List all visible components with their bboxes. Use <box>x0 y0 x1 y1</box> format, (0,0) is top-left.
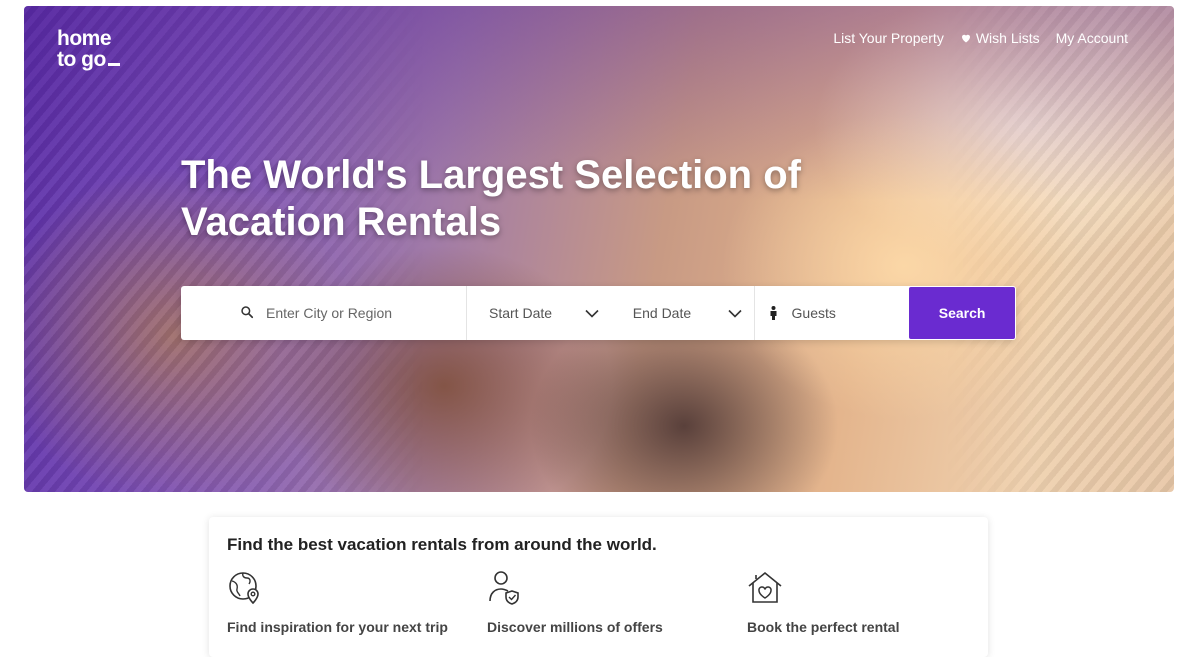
feature-list: Find inspiration for your next trip Disc… <box>227 569 970 649</box>
value-proposition-card: Find the best vacation rentals from arou… <box>209 517 988 657</box>
heart-icon <box>961 34 970 43</box>
list-property-label: List Your Property <box>833 30 944 46</box>
start-date-label: Start Date <box>489 305 553 321</box>
guests-field[interactable]: Guests <box>755 286 910 340</box>
globe-pin-icon <box>229 572 259 605</box>
hero-banner: home to go List Your Property Wish Lists… <box>24 6 1174 492</box>
chevron-down-icon <box>727 309 742 318</box>
end-date-field[interactable]: End Date <box>611 286 755 340</box>
value-proposition-title: Find the best vacation rentals from arou… <box>227 535 657 554</box>
start-date-field[interactable]: Start Date <box>467 286 611 340</box>
logo-line-2: to go <box>57 48 106 71</box>
destination-input[interactable] <box>266 305 466 321</box>
feature-label: Book the perfect rental <box>747 619 900 635</box>
person-shield-icon <box>489 571 519 605</box>
my-account-label: My Account <box>1055 30 1128 46</box>
chevron-down-icon <box>585 309 599 318</box>
house-heart-icon <box>748 571 782 603</box>
destination-field[interactable] <box>181 286 467 340</box>
feature-booking: Book the perfect rental <box>747 569 899 635</box>
end-date-label: End Date <box>632 305 692 321</box>
feature-inspiration: Find inspiration for your next trip <box>227 569 448 635</box>
feature-offers: Discover millions of offers <box>487 569 663 635</box>
person-icon <box>770 306 777 320</box>
top-navigation: List Your Property Wish Lists My Account <box>833 30 1128 46</box>
feature-label: Find inspiration for your next trip <box>227 619 448 635</box>
my-account-link[interactable]: My Account <box>1056 30 1128 46</box>
guests-label: Guests <box>791 305 836 321</box>
hero-headline: The World's Largest Selection of Vacatio… <box>181 153 801 244</box>
list-property-link[interactable]: List Your Property <box>833 30 944 46</box>
hometogo-logo[interactable]: home to go <box>57 28 120 70</box>
logo-underscore <box>107 63 120 66</box>
search-button[interactable]: Search <box>909 287 1015 339</box>
logo-line-1: home <box>57 27 112 50</box>
feature-label: Discover millions of offers <box>487 619 663 635</box>
search-bar: Start Date End Date Guests Search <box>181 286 1016 340</box>
search-icon <box>241 306 254 319</box>
wish-lists-link[interactable]: Wish Lists <box>960 30 1040 46</box>
wish-lists-label: Wish Lists <box>975 30 1040 46</box>
